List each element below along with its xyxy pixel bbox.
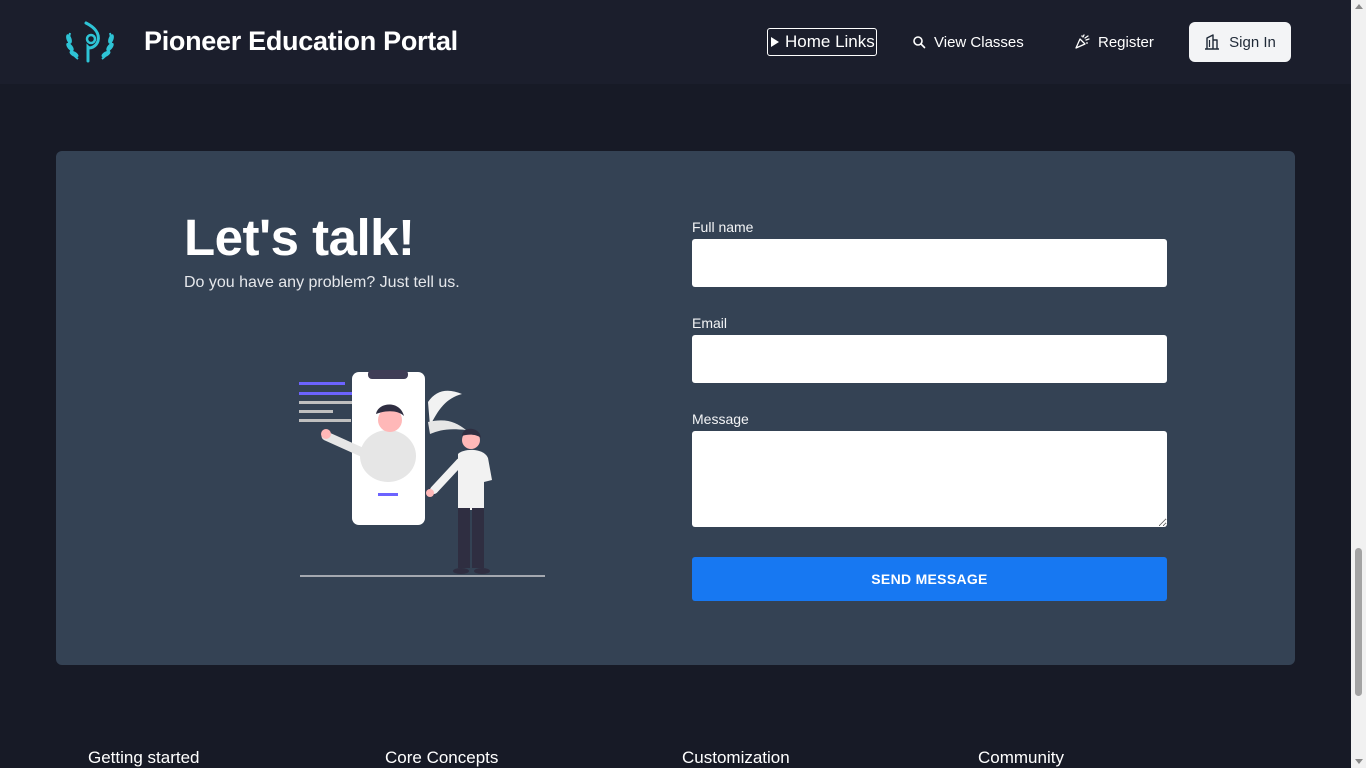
page-scrollbar[interactable]	[1351, 0, 1366, 768]
full-name-input[interactable]	[692, 239, 1167, 287]
home-links-label: Home Links	[785, 32, 875, 51]
search-icon	[913, 36, 926, 49]
home-links-button[interactable]: Home Links	[767, 28, 877, 56]
scroll-down-arrow-icon[interactable]	[1355, 759, 1363, 764]
view-classes-label: View Classes	[934, 33, 1024, 51]
send-message-button[interactable]: SEND MESSAGE	[692, 557, 1167, 601]
full-name-label: Full name	[692, 219, 754, 235]
brand-title[interactable]: Pioneer Education Portal	[144, 26, 458, 57]
party-popper-icon	[1075, 34, 1090, 49]
message-textarea[interactable]	[692, 431, 1167, 527]
register-label: Register	[1098, 33, 1154, 51]
laurel-p-logo-icon[interactable]	[64, 19, 116, 65]
sign-in-label: Sign In	[1229, 33, 1276, 51]
scrollbar-thumb[interactable]	[1355, 548, 1362, 696]
register-link[interactable]: Register	[1074, 30, 1154, 54]
footer-heading-customization: Customization	[682, 748, 790, 767]
sign-in-button[interactable]: Sign In	[1189, 22, 1291, 62]
footer-heading-community: Community	[978, 748, 1064, 767]
view-classes-link[interactable]: View Classes	[912, 30, 1024, 54]
email-input[interactable]	[692, 335, 1167, 383]
contact-title: Let's talk!	[184, 209, 415, 266]
top-navbar: Pioneer Education Portal Home Links View…	[0, 0, 1351, 84]
contact-subtitle: Do you have any problem? Just tell us.	[184, 274, 460, 291]
scroll-up-arrow-icon[interactable]	[1355, 4, 1363, 9]
footer-heading-getting-started: Getting started	[88, 748, 200, 767]
play-triangle-icon	[771, 37, 779, 47]
building-icon	[1205, 34, 1220, 50]
person-video-call-illustration	[296, 364, 548, 580]
email-label: Email	[692, 315, 728, 331]
footer-heading-core-concepts: Core Concepts	[385, 748, 499, 767]
message-label: Message	[692, 411, 749, 427]
